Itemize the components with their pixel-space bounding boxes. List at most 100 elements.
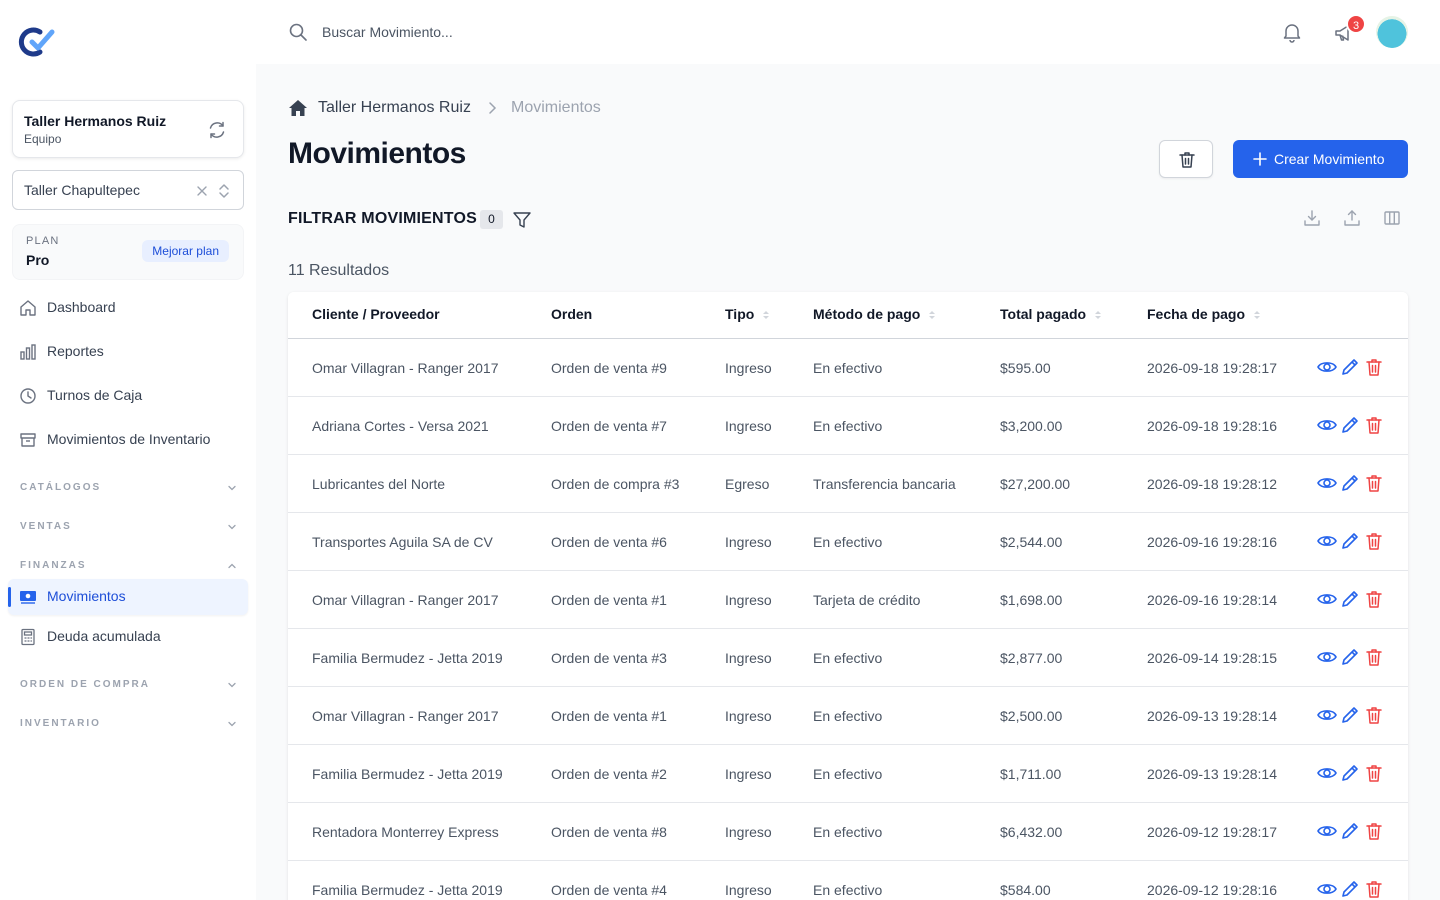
edit-icon[interactable] [1339,704,1361,726]
avatar[interactable] [1376,16,1408,48]
cell-fecha-pago: 2026-09-16 19:28:14 [1147,592,1277,608]
breadcrumb-team[interactable]: Taller Hermanos Ruiz [318,99,471,117]
app-logo[interactable] [18,26,58,58]
view-icon[interactable] [1316,414,1338,436]
edit-icon[interactable] [1339,414,1361,436]
column-header-total-pagado[interactable]: Total pagado [1000,306,1102,322]
nav-item-movimientos[interactable]: Movimientos [8,579,248,615]
edit-icon[interactable] [1339,588,1361,610]
column-header-metodo-pago[interactable]: Método de pago [813,306,936,322]
edit-icon[interactable] [1339,356,1361,378]
delete-icon[interactable] [1363,762,1385,784]
home-icon[interactable] [288,99,308,117]
team-switcher[interactable]: Taller Hermanos Ruiz Equipo [12,100,244,158]
cell-metodo-pago: En efectivo [813,708,883,724]
delete-icon[interactable] [1363,878,1385,900]
edit-icon[interactable] [1339,762,1361,784]
download-icon[interactable] [1303,209,1321,227]
edit-icon[interactable] [1339,472,1361,494]
cell-metodo-pago: En efectivo [813,360,883,376]
cell-cliente: Adriana Cortes - Versa 2021 [312,418,489,434]
view-icon[interactable] [1316,356,1338,378]
search-input[interactable] [322,18,722,46]
delete-icon[interactable] [1363,588,1385,610]
nav-item-deuda-acumulada[interactable]: Deuda acumulada [8,619,248,655]
upload-icon[interactable] [1343,209,1361,227]
table-row: Familia Bermudez - Jetta 2019 Orden de ve… [288,745,1408,803]
cell-fecha-pago: 2026-09-13 19:28:14 [1147,766,1277,782]
section-title: ORDEN DE COMPRA [20,679,151,690]
nav-item-turnos-de-caja[interactable]: Turnos de Caja [8,378,248,414]
delete-icon[interactable] [1363,704,1385,726]
section-ventas[interactable]: VENTAS [20,519,238,535]
edit-icon[interactable] [1339,878,1361,900]
cell-fecha-pago: 2026-09-18 19:28:16 [1147,418,1277,434]
team-name: Taller Hermanos Ruiz [24,113,167,129]
sort-icon [929,311,936,320]
cell-cliente: Omar Villagran - Ranger 2017 [312,592,499,608]
cell-tipo: Ingreso [725,824,772,840]
cell-cliente: Omar Villagran - Ranger 2017 [312,708,499,724]
edit-icon[interactable] [1339,646,1361,668]
table-row: Omar Villagran - Ranger 2017 Orden de ven… [288,571,1408,629]
section-catalogos[interactable]: CATÁLOGOS [20,480,238,496]
delete-icon[interactable] [1363,472,1385,494]
column-header-tipo[interactable]: Tipo [725,306,770,322]
plus-icon [1253,152,1267,166]
column-header-orden: Orden [551,306,593,322]
branch-select[interactable]: Taller Chapultepec [12,170,244,210]
cell-orden: Orden de venta #1 [551,708,667,724]
refresh-icon[interactable] [207,120,227,140]
edit-icon[interactable] [1339,820,1361,842]
chevron-down-icon [228,524,236,530]
column-header-fecha-pago[interactable]: Fecha de pago [1147,306,1261,322]
create-movement-label: Crear Movimiento [1274,151,1385,167]
view-icon[interactable] [1316,530,1338,552]
delete-icon[interactable] [1363,530,1385,552]
cell-orden: Orden de venta #8 [551,824,667,840]
upgrade-plan-button[interactable]: Mejorar plan [142,240,229,262]
cell-total-pagado: $1,711.00 [1000,766,1062,782]
cell-tipo: Ingreso [725,650,772,666]
delete-icon[interactable] [1363,820,1385,842]
cell-metodo-pago: En efectivo [813,650,883,666]
table-row: Omar Villagran - Ranger 2017 Orden de ven… [288,687,1408,745]
columns-icon[interactable] [1383,209,1401,227]
filter-title[interactable]: FILTRAR MOVIMIENTOS [288,210,477,228]
section-orden-de-compra[interactable]: ORDEN DE COMPRA [20,677,238,693]
view-icon[interactable] [1316,762,1338,784]
delete-icon[interactable] [1363,356,1385,378]
view-icon[interactable] [1316,588,1338,610]
table-header: Cliente / Proveedor Orden Tipo Método de… [288,292,1408,339]
cell-tipo: Ingreso [725,418,772,434]
clear-icon[interactable] [195,184,209,198]
view-icon[interactable] [1316,646,1338,668]
cell-orden: Orden de venta #4 [551,882,667,898]
delete-icon[interactable] [1363,414,1385,436]
view-icon[interactable] [1316,704,1338,726]
cell-tipo: Ingreso [725,360,772,376]
cell-cliente: Rentadora Monterrey Express [312,824,499,840]
table-row: Adriana Cortes - Versa 2021 Orden de vent… [288,397,1408,455]
section-inventario[interactable]: INVENTARIO [20,716,238,732]
cell-cliente: Familia Bermudez - Jetta 2019 [312,766,503,782]
nav-item-movimientos-inventario[interactable]: Movimientos de Inventario [8,422,248,458]
section-finanzas[interactable]: FINANZAS [20,558,238,574]
chevron-down-icon [228,682,236,688]
nav-item-dashboard[interactable]: Dashboard [8,290,248,326]
view-icon[interactable] [1316,878,1338,900]
create-movement-button[interactable]: Crear Movimiento [1233,140,1408,178]
edit-icon[interactable] [1339,530,1361,552]
bell-icon[interactable] [1281,21,1303,43]
view-icon[interactable] [1316,820,1338,842]
chevron-updown-icon[interactable] [217,182,231,200]
cell-metodo-pago: En efectivo [813,418,883,434]
filter-count-badge: 0 [480,210,503,229]
delete-button[interactable] [1159,140,1213,178]
delete-icon[interactable] [1363,646,1385,668]
nav-item-reportes[interactable]: Reportes [8,334,248,370]
filter-icon[interactable] [512,210,532,230]
view-icon[interactable] [1316,472,1338,494]
clock-icon [20,388,36,404]
sidebar: Taller Hermanos Ruiz Equipo Taller Chapu… [0,0,256,900]
